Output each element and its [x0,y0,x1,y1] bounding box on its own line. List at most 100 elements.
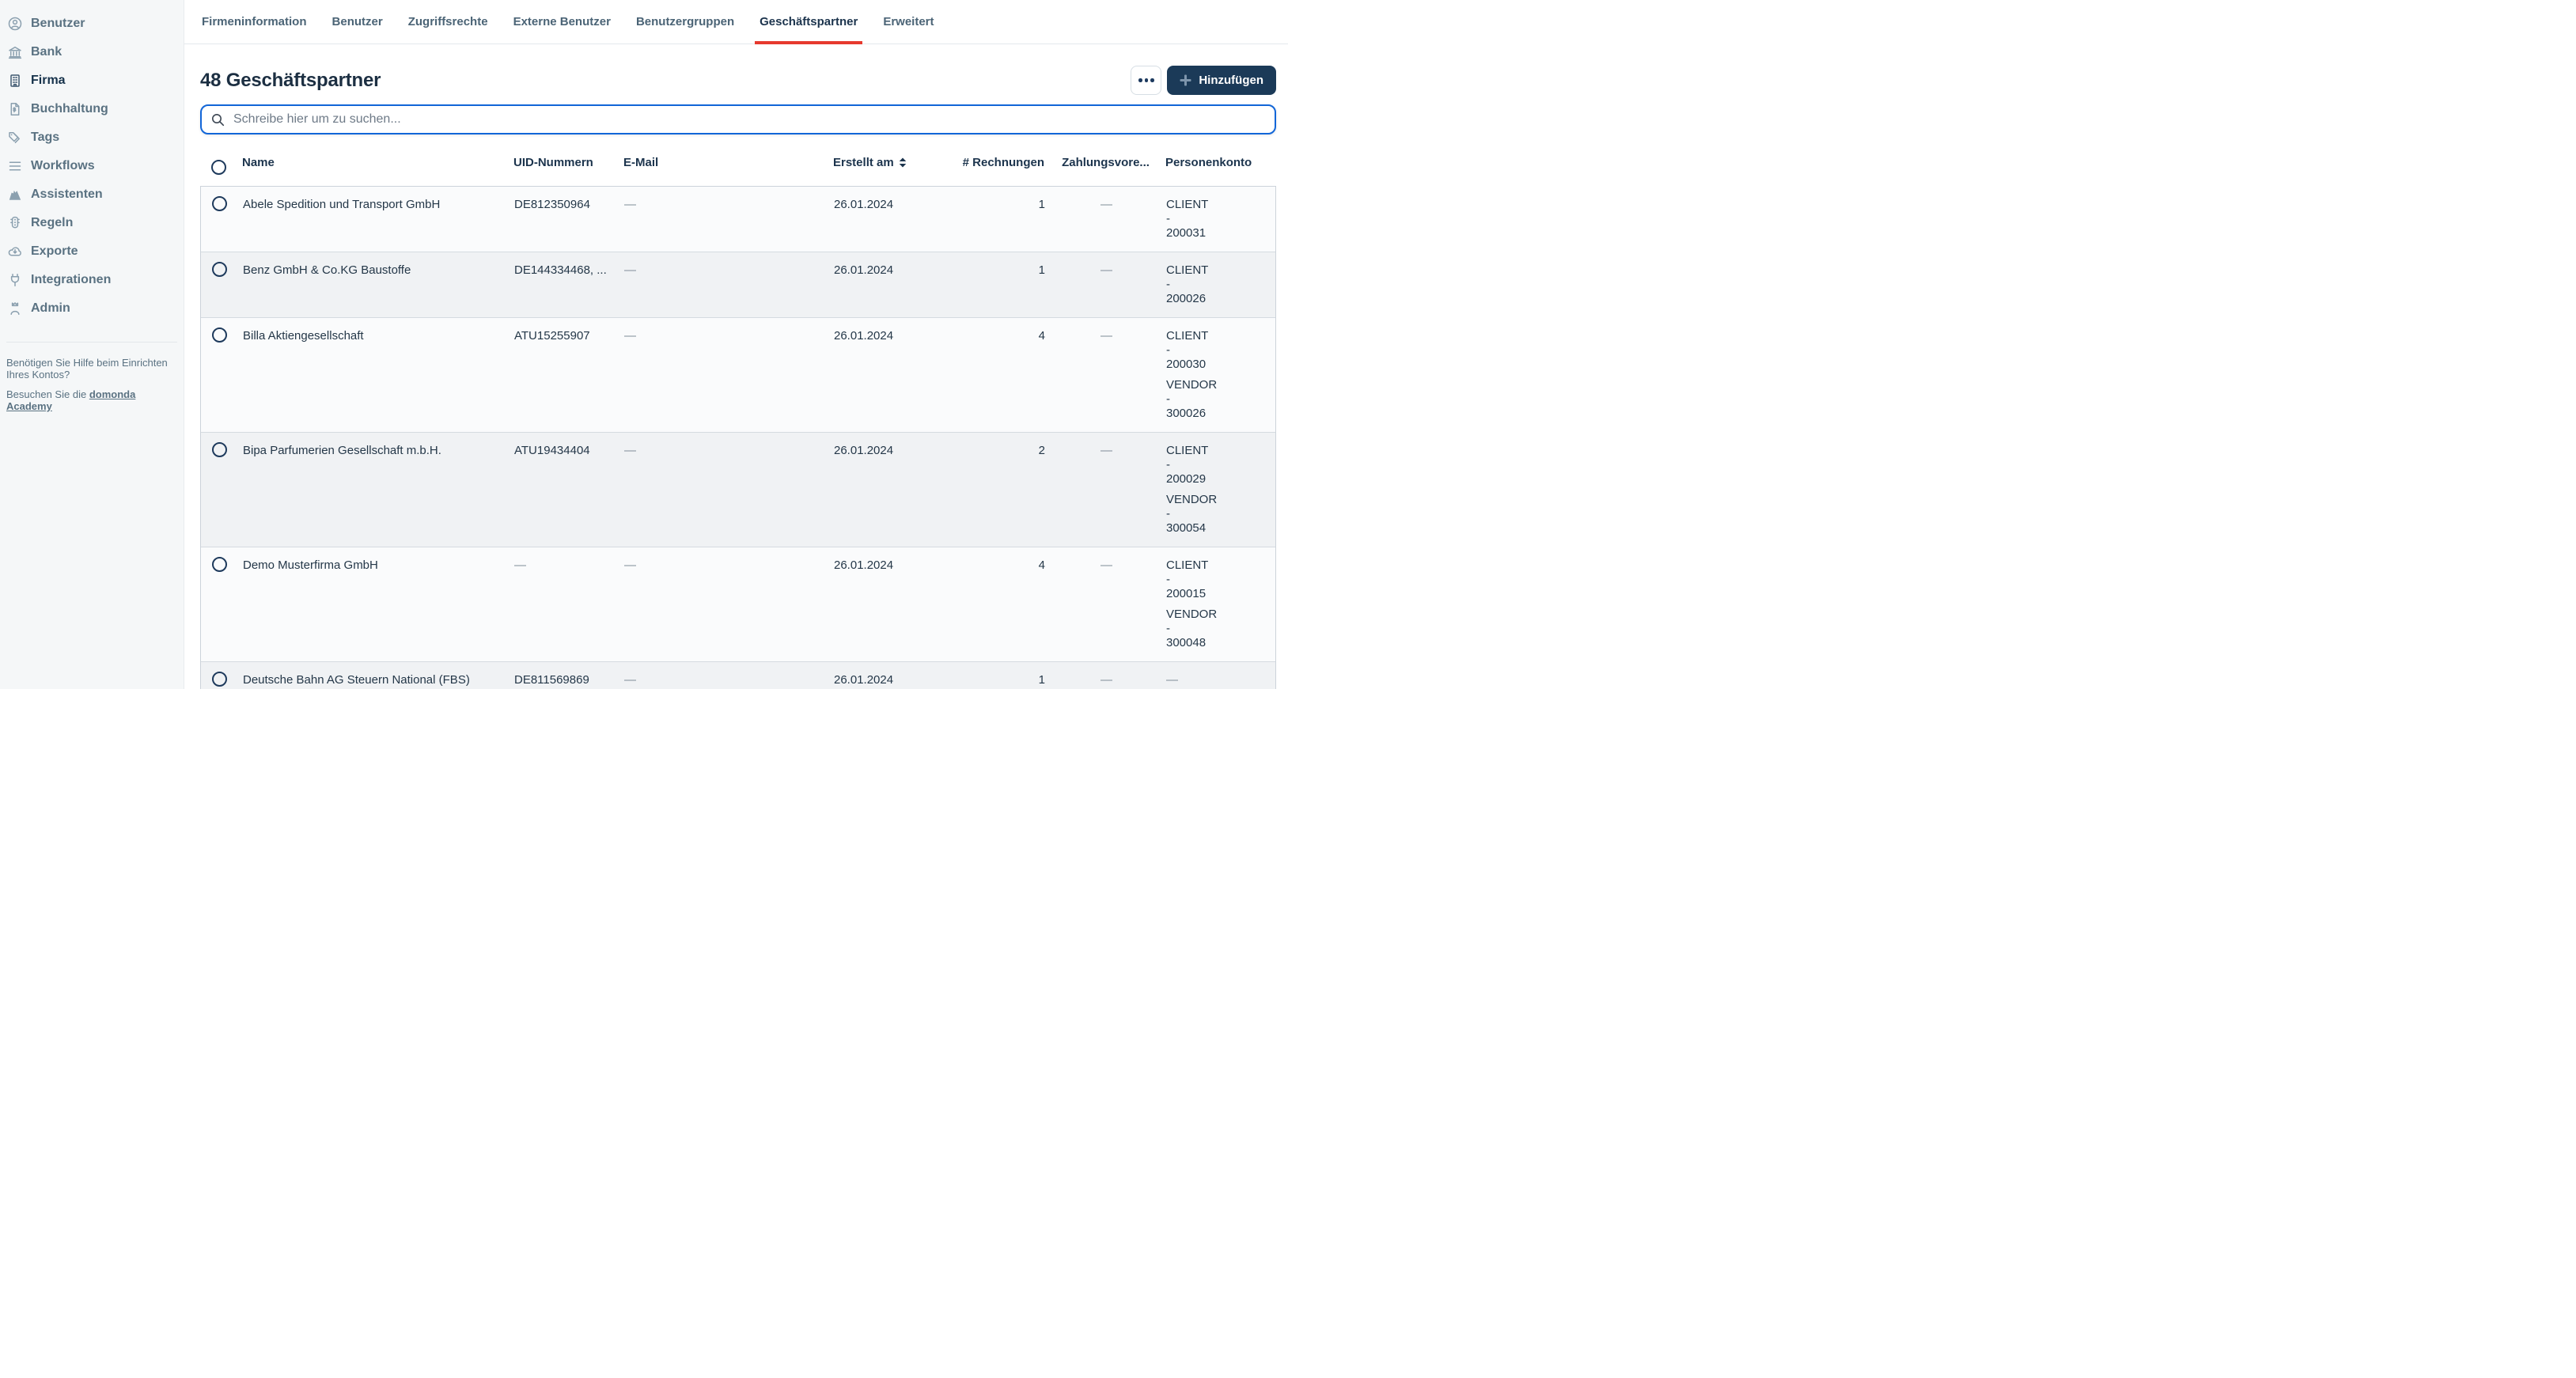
sidebar-item-bank[interactable]: Bank [0,38,184,66]
table-row[interactable]: Demo Musterfirma GmbH — — 26.01.2024 4 —… [201,547,1275,662]
workflow-lines-icon [7,158,23,174]
tab-zugriffsrechte[interactable]: Zugriffsrechte [403,0,493,44]
table-row[interactable]: Bipa Parfumerien Gesellschaft m.b.H. ATU… [201,433,1275,547]
more-options-button[interactable] [1131,66,1161,95]
sidebar-item-admin[interactable]: Admin [0,294,184,323]
content: 48 Geschäftspartner Hinzufügen [184,44,1288,689]
partner-accounts: — [1160,662,1275,689]
sidebar-item-buchhaltung[interactable]: Buchhaltung [0,95,184,123]
tab-erweitert[interactable]: Erweitert [878,0,938,44]
partner-uid: ATU19434404 [511,433,623,547]
column-header-uid[interactable]: UID-Nummern [510,156,622,169]
partner-payment-terms: — [1053,187,1160,252]
partner-created-date: 26.01.2024 [828,318,956,432]
partner-payment-terms: — [1053,318,1160,432]
tab-firmeninformation[interactable]: Firmeninformation [197,0,312,44]
row-checkbox[interactable] [212,442,227,457]
sort-arrows-icon[interactable] [899,157,907,168]
sidebar-item-regeln[interactable]: Regeln [0,209,184,237]
partner-name: Deutsche Bahn AG Steuern National (FBS) [238,662,511,689]
tab-geschäftspartner[interactable]: Geschäftspartner [755,0,862,44]
column-header-created[interactable]: Erstellt am [827,156,955,169]
account-entry: CLIENT-200031 [1166,198,1275,240]
sidebar-item-workflows[interactable]: Workflows [0,152,184,180]
sidebar-item-label: Admin [31,301,70,316]
tab-benutzergruppen[interactable]: Benutzergruppen [631,0,739,44]
partner-accounts: CLIENT-200026 [1160,252,1275,317]
partner-name: Bipa Parfumerien Gesellschaft m.b.H. [238,433,511,547]
partner-created-date: 26.01.2024 [828,547,956,661]
partner-invoice-count: 4 [956,318,1053,432]
plug-icon [7,272,23,288]
sidebar-divider [6,342,177,343]
row-checkbox[interactable] [212,262,227,277]
row-checkbox[interactable] [212,327,227,343]
partner-table-body: Abele Spedition und Transport GmbH DE812… [200,186,1276,689]
help-question-text: Benötigen Sie Hilfe beim Einrichten Ihre… [6,357,169,380]
column-header-name[interactable]: Name [237,156,510,169]
sidebar-item-benutzer[interactable]: Benutzer [0,9,184,38]
sidebar-item-exporte[interactable]: Exporte [0,237,184,266]
partner-payment-terms: — [1053,662,1160,689]
table-row[interactable]: Abele Spedition und Transport GmbH DE812… [201,187,1275,252]
partner-created-date: 26.01.2024 [828,662,956,689]
partner-email: — [623,318,828,432]
table-row[interactable]: Billa Aktiengesellschaft ATU15255907 — 2… [201,318,1275,433]
sidebar-item-tags[interactable]: Tags [0,123,184,152]
column-header-payment[interactable]: Zahlungsvore... [1052,156,1159,169]
sidebar-item-label: Integrationen [31,273,111,287]
add-partner-button[interactable]: Hinzufügen [1167,66,1276,95]
partner-created-date: 26.01.2024 [828,252,956,317]
tab-externe-benutzer[interactable]: Externe Benutzer [509,0,616,44]
page-title: 48 Geschäftspartner [200,70,381,92]
partner-uid: DE144334468, ... [511,252,623,317]
sidebar-item-integrationen[interactable]: Integrationen [0,266,184,294]
account-entry: — [1166,673,1275,687]
sidebar-item-assistenten[interactable]: Assistenten [0,180,184,209]
row-checkbox[interactable] [212,557,227,572]
partner-email: — [623,252,828,317]
plus-icon [1180,74,1191,86]
app-window: Benutzer Bank Firma Buchhaltung Tags Wor… [0,0,1288,689]
column-header-invoices[interactable]: # Rechnungen [955,156,1052,169]
help-visit-text: Besuchen Sie die domonda Academy [6,388,169,412]
search-icon [211,113,225,127]
partner-payment-terms: — [1053,252,1160,317]
select-all-checkbox[interactable] [211,160,226,175]
table-row[interactable]: Benz GmbH & Co.KG Baustoffe DE144334468,… [201,252,1275,318]
column-header-email[interactable]: E-Mail [622,156,827,169]
sidebar-help: Benötigen Sie Hilfe beim Einrichten Ihre… [6,357,169,412]
settings-tabbar: Firmeninformation Benutzer Zugriffsrechte E… [184,0,1288,44]
partner-invoice-count: 1 [956,662,1053,689]
partner-invoice-count: 4 [956,547,1053,661]
building-icon [7,73,23,89]
partner-payment-terms: — [1053,433,1160,547]
sidebar-item-label: Workflows [31,159,95,173]
tags-icon [7,130,23,146]
table-row[interactable]: Deutsche Bahn AG Steuern National (FBS) … [201,662,1275,689]
account-entry: VENDOR-300054 [1166,493,1275,536]
sidebar-item-label: Buchhaltung [31,102,108,116]
add-button-label: Hinzufügen [1199,74,1263,87]
sidebar-item-label: Regeln [31,216,73,230]
sidebar-item-label: Firma [31,74,66,88]
account-entry: CLIENT-200030 [1166,329,1275,372]
partner-uid: — [511,547,623,661]
sidebar-item-label: Tags [31,131,59,145]
row-checkbox[interactable] [212,196,227,211]
partner-name: Benz GmbH & Co.KG Baustoffe [238,252,511,317]
tab-benutzer[interactable]: Benutzer [328,0,388,44]
account-entry: CLIENT-200029 [1166,444,1275,486]
title-row: 48 Geschäftspartner Hinzufügen [200,66,1276,95]
search-input[interactable] [232,112,1265,127]
row-checkbox[interactable] [212,672,227,687]
bank-icon [7,44,23,60]
sidebar-item-label: Bank [31,45,62,59]
user-circle-icon [7,16,23,32]
account-entry: VENDOR-300048 [1166,608,1275,650]
sidebar-item-label: Exporte [31,244,78,259]
partner-email: — [623,433,828,547]
column-header-account[interactable]: Personenkonto [1159,156,1276,169]
sidebar-item-firma[interactable]: Firma [0,66,184,95]
partner-accounts: CLIENT-200029 VENDOR-300054 [1160,433,1275,547]
